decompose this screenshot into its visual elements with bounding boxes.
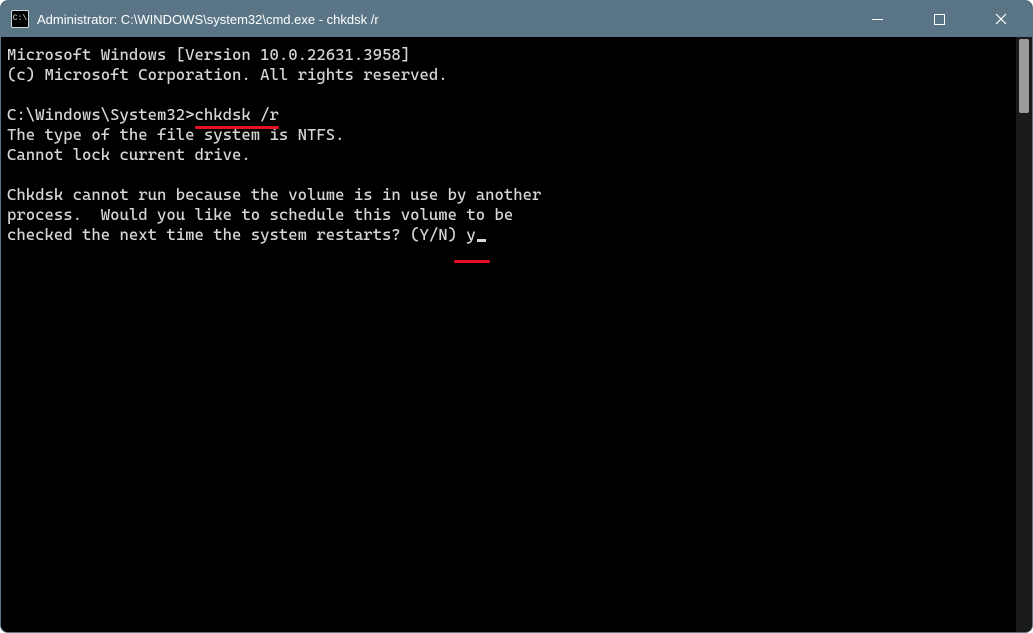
titlebar[interactable]: C:\ Administrator: C:\WINDOWS\system32\c… [1, 1, 1032, 37]
cmd-app-icon: C:\ [11, 10, 29, 28]
annotation-underline-icon [454, 260, 490, 263]
maximize-icon [934, 14, 945, 25]
window-buttons [846, 1, 1032, 37]
terminal-output[interactable]: Microsoft Windows [Version 10.0.22631.39… [1, 37, 1016, 632]
out-schedule-line1: Chkdsk cannot run because the volume is … [7, 185, 541, 204]
entered-command: chkdsk /r [195, 105, 279, 125]
out-schedule-line2: process. Would you like to schedule this… [7, 205, 513, 224]
vertical-scrollbar[interactable] [1016, 37, 1032, 632]
cmd-app-icon-label: C:\ [13, 15, 27, 23]
close-icon [995, 13, 1007, 25]
annotation-underline-icon [195, 126, 279, 129]
minimize-icon [872, 14, 883, 25]
cmd-window: C:\ Administrator: C:\WINDOWS\system32\c… [0, 0, 1033, 633]
line-version: Microsoft Windows [Version 10.0.22631.39… [7, 45, 410, 64]
maximize-button[interactable] [908, 1, 970, 37]
text-cursor-icon [477, 239, 486, 242]
out-fs-type: The type of the file system is NTFS. [7, 125, 345, 144]
prompt-text: C:\Windows\System32> [7, 105, 195, 124]
client-area: Microsoft Windows [Version 10.0.22631.39… [1, 37, 1032, 632]
out-cannot-lock: Cannot lock current drive. [7, 145, 251, 164]
command-text: chkdsk /r [195, 105, 279, 124]
out-schedule-line3-prefix: checked the next time the system restart… [7, 225, 466, 244]
close-button[interactable] [970, 1, 1032, 37]
user-answer-wrap: y [466, 225, 485, 245]
minimize-button[interactable] [846, 1, 908, 37]
user-answer: y [466, 225, 475, 244]
line-copyright: (c) Microsoft Corporation. All rights re… [7, 65, 448, 84]
window-title: Administrator: C:\WINDOWS\system32\cmd.e… [37, 12, 379, 27]
scrollbar-thumb[interactable] [1019, 39, 1029, 113]
